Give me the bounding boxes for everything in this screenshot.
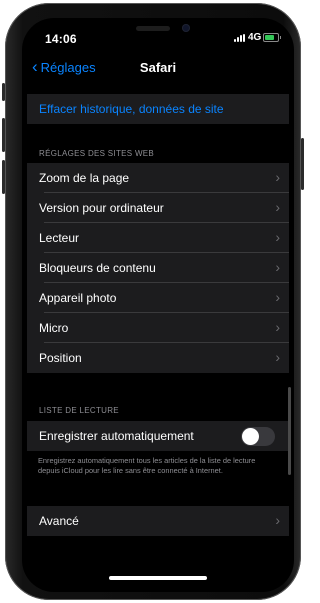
battery-icon xyxy=(263,33,281,42)
chevron-right-icon: › xyxy=(275,229,280,245)
list-item-label: Version pour ordinateur xyxy=(39,201,164,215)
toggle-knob xyxy=(242,428,259,445)
list-item-label: Position xyxy=(39,351,82,365)
list-item-page-zoom[interactable]: Zoom de la page › xyxy=(27,163,289,193)
list-item-content-blockers[interactable]: Bloqueurs de contenu › xyxy=(27,253,289,283)
list-item-advanced[interactable]: Avancé › xyxy=(27,506,289,536)
auto-save-toggle[interactable] xyxy=(241,427,275,446)
navigation-bar: ‹ Réglages Safari xyxy=(22,56,294,82)
list-item-label: Micro xyxy=(39,321,69,335)
chevron-right-icon: › xyxy=(275,349,280,365)
websites-section-header: RÉGLAGES DES SITES WEB xyxy=(39,149,155,158)
clear-history-button[interactable]: Effacer historique, données de site xyxy=(27,94,289,124)
list-item-label: Avancé xyxy=(39,514,79,528)
chevron-right-icon: › xyxy=(275,169,280,185)
list-item-location[interactable]: Position › xyxy=(27,343,289,373)
reading-list-section-header: LISTE DE LECTURE xyxy=(39,406,119,415)
list-item-camera[interactable]: Appareil photo › xyxy=(27,283,289,313)
silent-switch xyxy=(2,83,5,101)
list-item-reader[interactable]: Lecteur › xyxy=(27,223,289,253)
home-indicator[interactable] xyxy=(109,576,207,580)
list-item-label: Zoom de la page xyxy=(39,171,130,185)
power-button xyxy=(301,138,304,190)
chevron-right-icon: › xyxy=(275,289,280,305)
list-item-label: Lecteur xyxy=(39,231,80,245)
front-camera xyxy=(182,24,190,32)
chevron-right-icon: › xyxy=(275,319,280,335)
volume-up-button xyxy=(2,118,5,152)
screen: 14:06 4G ‹ Réglages Safari Effacer histo… xyxy=(22,18,294,592)
chevron-right-icon: › xyxy=(275,199,280,215)
page-title: Safari xyxy=(139,60,177,75)
chevron-right-icon: › xyxy=(275,259,280,275)
auto-save-row: Enregistrer automatiquement xyxy=(27,421,289,451)
reading-list-footer: Enregistrez automatiquement tous les art… xyxy=(38,456,256,475)
volume-down-button xyxy=(2,160,5,194)
clear-history-label: Effacer historique, données de site xyxy=(39,102,224,116)
network-type: 4G xyxy=(248,32,262,43)
list-item-label: Appareil photo xyxy=(39,291,117,305)
chevron-right-icon: › xyxy=(275,512,280,528)
list-item-label: Bloqueurs de contenu xyxy=(39,261,156,275)
speaker xyxy=(136,26,170,31)
list-item-microphone[interactable]: Micro › xyxy=(27,313,289,343)
status-time: 14:06 xyxy=(45,32,77,46)
notch xyxy=(84,18,232,45)
auto-save-label: Enregistrer automatiquement xyxy=(39,429,194,443)
scroll-indicator xyxy=(288,387,291,475)
phone-frame: 14:06 4G ‹ Réglages Safari Effacer histo… xyxy=(2,3,304,600)
list-item-desktop-version[interactable]: Version pour ordinateur › xyxy=(27,193,289,223)
cellular-signal-icon xyxy=(234,34,245,42)
